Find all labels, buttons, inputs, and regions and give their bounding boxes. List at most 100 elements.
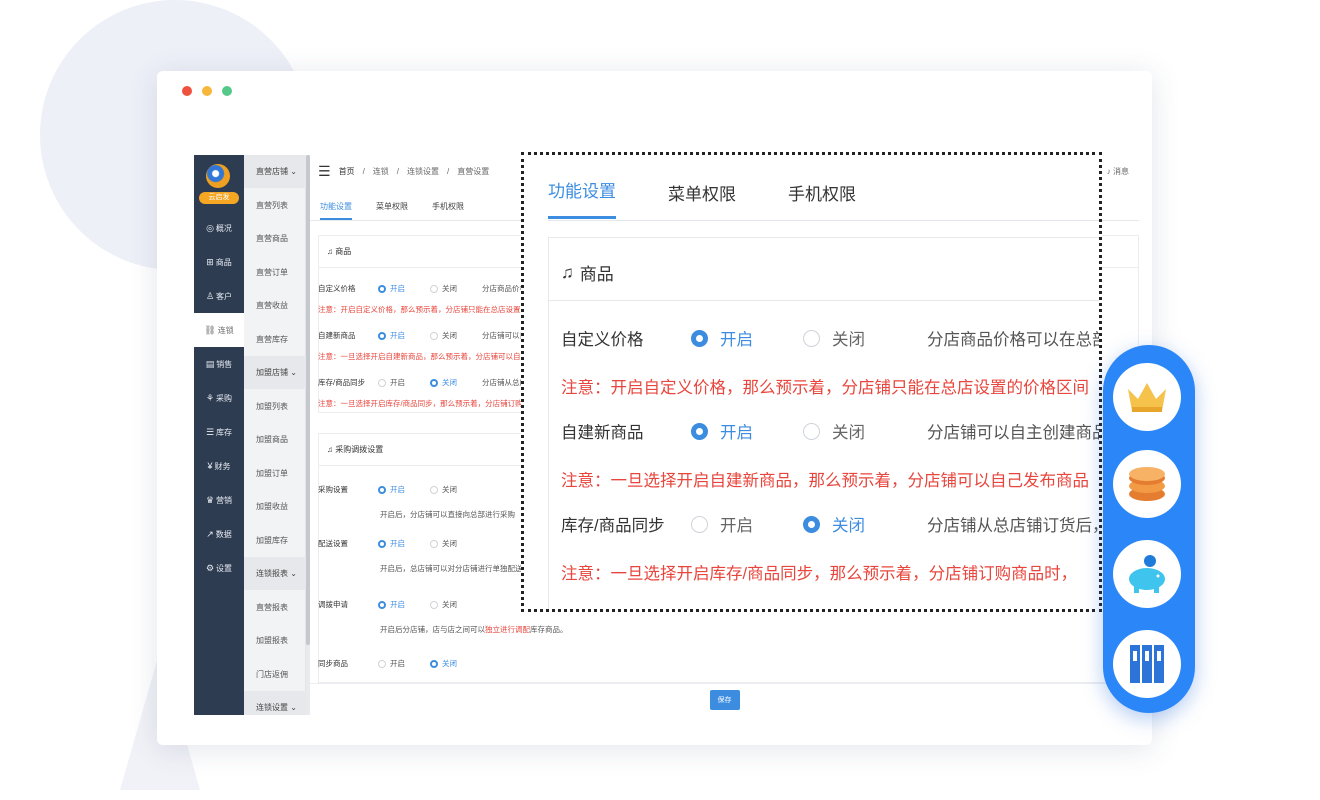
radio-off[interactable]: 关闭 bbox=[430, 484, 482, 495]
radio-circle bbox=[691, 422, 708, 440]
radio-on-label: 开启 bbox=[390, 378, 405, 387]
radio-on[interactable]: 开启 bbox=[691, 419, 803, 443]
radio-circle bbox=[430, 284, 438, 293]
zoom-callout: 功能设置 菜单权限 手机权限 ♫ 商品 自定义价格 开启 关闭 分店商品价格可以在总部… bbox=[521, 152, 1102, 612]
nav-item-4[interactable]: ▤ 销售 bbox=[194, 347, 244, 381]
nav-item-7[interactable]: ¥ 财务 bbox=[194, 449, 244, 483]
zoom-tab-mobile-permissions[interactable]: 手机权限 bbox=[788, 180, 856, 219]
setting-note: 注意：开启自定义价格，那么预示着，分店铺只能在总店设置的价格区间 bbox=[561, 379, 1089, 397]
breadcrumb-home[interactable]: 首页 bbox=[339, 166, 355, 177]
sub-nav-group[interactable]: 直营店铺 ⌄ bbox=[244, 155, 306, 188]
save-button[interactable]: 保存 bbox=[709, 689, 740, 710]
nav-icon: ¥ bbox=[207, 461, 213, 471]
sub-nav-label: 加盟库存 bbox=[256, 535, 288, 545]
sub-nav-item[interactable]: 直营列表 bbox=[244, 189, 306, 222]
sub-nav-item[interactable]: 加盟商品 bbox=[244, 423, 306, 456]
radio-on[interactable]: 开启 bbox=[378, 484, 430, 495]
breadcrumb-chain[interactable]: 连锁 bbox=[373, 166, 389, 177]
radio-circle bbox=[378, 331, 386, 340]
sub-nav-group[interactable]: 连锁报表 ⌄ bbox=[244, 557, 306, 590]
sub-nav-item[interactable]: 加盟收益 bbox=[244, 490, 306, 523]
nav-label: 财务 bbox=[214, 461, 231, 471]
setting-note: 注意：一旦选择开启库存/商品同步，那么预示着，分店铺订购商品时， bbox=[318, 399, 553, 408]
radio-circle bbox=[691, 515, 708, 533]
radio-on[interactable]: 开启 bbox=[378, 377, 430, 388]
nav-item-9[interactable]: ↗ 数据 bbox=[194, 517, 244, 551]
sub-nav-item[interactable]: 加盟库存 bbox=[244, 524, 306, 557]
coins-button[interactable] bbox=[1113, 450, 1181, 518]
sub-nav-group[interactable]: 加盟店铺 ⌄ bbox=[244, 356, 306, 389]
nav-item-5[interactable]: ⚘ 采购 bbox=[194, 381, 244, 415]
tab-mobile-permissions[interactable]: 手机权限 bbox=[432, 195, 464, 220]
radio-off[interactable]: 关闭 bbox=[430, 283, 482, 294]
radio-circle bbox=[691, 329, 708, 347]
radio-on-label: 开启 bbox=[390, 659, 405, 668]
piggy-bank-button[interactable] bbox=[1113, 540, 1181, 608]
radio-off[interactable]: 关闭 bbox=[430, 599, 482, 610]
zoom-tab-menu-permissions[interactable]: 菜单权限 bbox=[668, 180, 736, 219]
nav-item-10[interactable]: ⚙ 设置 bbox=[194, 551, 244, 585]
radio-on-label: 开启 bbox=[720, 331, 753, 349]
sub-nav-group[interactable]: 连锁设置 ⌄ bbox=[244, 691, 306, 715]
app-logo[interactable] bbox=[206, 164, 230, 188]
nav-item-8[interactable]: ♛ 营销 bbox=[194, 483, 244, 517]
nav-item-2[interactable]: ♙ 客户 bbox=[194, 279, 244, 313]
nav-item-6[interactable]: ☰ 库存 bbox=[194, 415, 244, 449]
purchase-setting-row: 同步商品 开启 关闭 bbox=[318, 658, 482, 669]
radio-on[interactable]: 开启 bbox=[378, 283, 430, 294]
sub-nav-item[interactable]: 直营订单 bbox=[244, 256, 306, 289]
nav-label: 采购 bbox=[216, 393, 233, 403]
zoom-tab-function-settings[interactable]: 功能设置 bbox=[548, 177, 616, 219]
tab-function-settings[interactable]: 功能设置 bbox=[320, 195, 352, 220]
radio-off[interactable]: 关闭 bbox=[803, 419, 915, 443]
zoom-goods-card: ♫ 商品 自定义价格 开启 关闭 分店商品价格可以在总部 注意：开启自定义价格，那么预示… bbox=[548, 237, 1099, 609]
radio-on[interactable]: 开启 bbox=[691, 512, 803, 536]
sub-nav-label: 加盟列表 bbox=[256, 401, 288, 411]
radio-on[interactable]: 开启 bbox=[378, 538, 430, 549]
purchase-setting-row: 配送设置 开启 关闭 bbox=[318, 538, 482, 549]
radio-on[interactable]: 开启 bbox=[378, 330, 430, 341]
sub-nav-item[interactable]: 门店返佣 bbox=[244, 658, 306, 691]
nav-item-0[interactable]: ◎ 概况 bbox=[194, 211, 244, 245]
radio-off[interactable]: 关闭 bbox=[430, 658, 482, 669]
radio-off[interactable]: 关闭 bbox=[803, 326, 915, 350]
setting-label: 自建新商品 bbox=[318, 331, 356, 340]
radio-on[interactable]: 开启 bbox=[378, 599, 430, 610]
radio-circle bbox=[378, 600, 386, 609]
radio-off[interactable]: 关闭 bbox=[430, 330, 482, 341]
menu-toggle-icon[interactable]: ☰ bbox=[318, 163, 331, 180]
maximize-dot[interactable] bbox=[222, 86, 232, 96]
setting-label: 自定义价格 bbox=[561, 331, 644, 349]
sub-nav-item[interactable]: 直营报表 bbox=[244, 591, 306, 624]
chevron-down-icon: ⌄ bbox=[290, 167, 297, 176]
radio-on[interactable]: 开启 bbox=[378, 658, 430, 669]
message-link[interactable]: ♪ 消息 bbox=[1107, 166, 1129, 177]
binders-button[interactable] bbox=[1113, 630, 1181, 698]
radio-on[interactable]: 开启 bbox=[691, 326, 803, 350]
breadcrumb-chain-settings[interactable]: 连锁设置 bbox=[407, 166, 439, 177]
zoom-setting-row: 库存/商品同步 开启 关闭 分店铺从总店铺订货后， bbox=[561, 512, 1099, 536]
nav-item-3[interactable]: ⛓ 连锁 bbox=[194, 313, 244, 347]
zoom-setting-row: 自建新商品 开启 关闭 分店铺可以自主创建商品 bbox=[561, 419, 1099, 443]
zoom-tab-divider bbox=[548, 220, 1099, 221]
sub-nav-item[interactable]: 直营商品 bbox=[244, 222, 306, 255]
radio-off[interactable]: 关闭 bbox=[430, 377, 482, 388]
sub-nav-item[interactable]: 直营库存 bbox=[244, 323, 306, 356]
sub-nav-item[interactable]: 加盟报表 bbox=[244, 624, 306, 657]
close-dot[interactable] bbox=[182, 86, 192, 96]
nav-item-1[interactable]: ⊞ 商品 bbox=[194, 245, 244, 279]
minimize-dot[interactable] bbox=[202, 86, 212, 96]
coins-icon bbox=[1129, 467, 1165, 501]
breadcrumb-separator: / bbox=[396, 166, 400, 176]
tab-menu-permissions[interactable]: 菜单权限 bbox=[376, 195, 408, 220]
sub-nav-item[interactable]: 直营收益 bbox=[244, 289, 306, 322]
sub-nav-item[interactable]: 加盟订单 bbox=[244, 457, 306, 490]
breadcrumb-separator: / bbox=[362, 166, 365, 176]
nav-label: 库存 bbox=[216, 427, 233, 437]
radio-circle bbox=[803, 329, 820, 347]
sub-nav-item[interactable]: 加盟列表 bbox=[244, 390, 306, 423]
radio-off[interactable]: 关闭 bbox=[430, 538, 482, 549]
nav-label: 客户 bbox=[216, 291, 233, 301]
radio-off[interactable]: 关闭 bbox=[803, 512, 915, 536]
crown-button[interactable] bbox=[1113, 363, 1181, 431]
